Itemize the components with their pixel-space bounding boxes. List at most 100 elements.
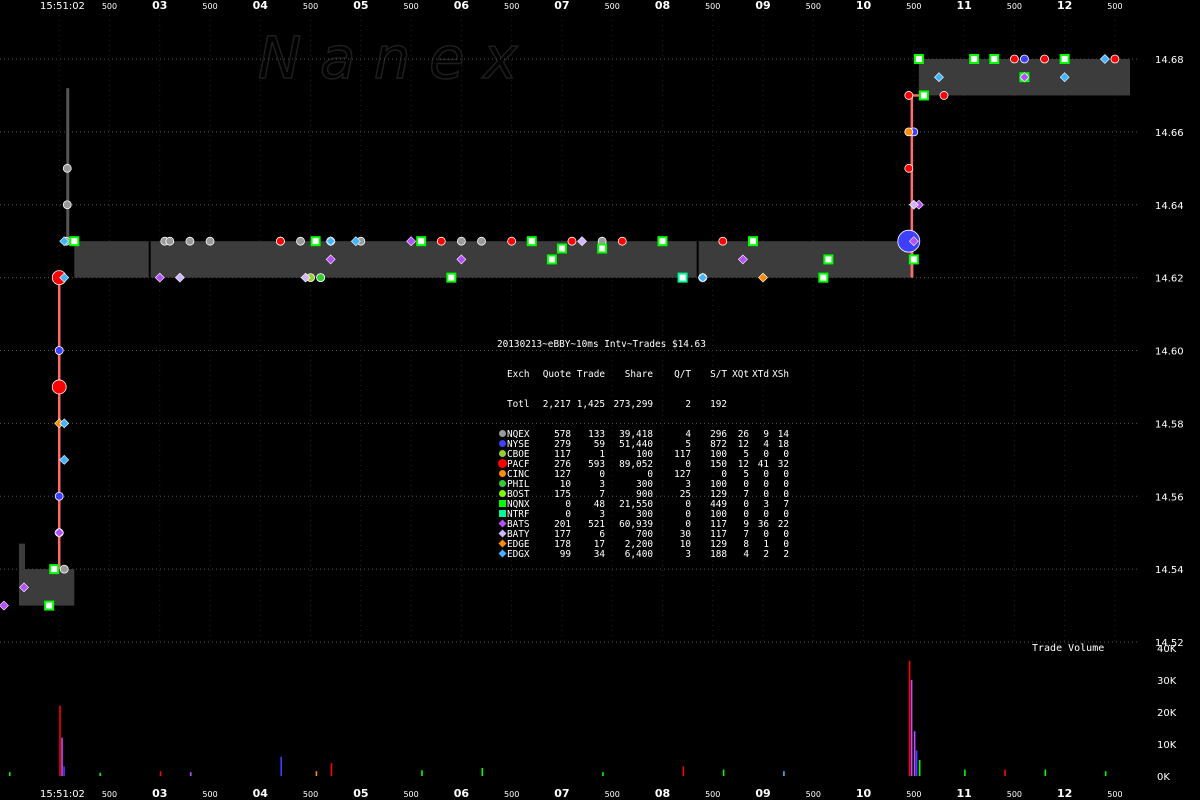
nbbo-spike	[19, 543, 25, 570]
volume-tick-label: 30K	[1157, 676, 1177, 687]
volume-title: Trade Volume	[1032, 643, 1104, 654]
x-tick-label: 500	[504, 790, 519, 799]
stats-cell: 2	[685, 399, 691, 410]
x-tick-label: 500	[906, 790, 921, 799]
volume-tick-label: 20K	[1157, 708, 1177, 719]
marker-nqex	[456, 236, 466, 246]
stats-cell: Exch	[507, 369, 530, 380]
x-tick-label: 12	[1057, 0, 1072, 12]
stats-cell: Share	[624, 369, 653, 380]
volume-bar	[783, 771, 785, 776]
marker-nqnx	[913, 54, 924, 64]
marker-nqex	[205, 236, 215, 246]
marker-ntrf	[677, 272, 688, 283]
x-tick-label: 500	[403, 790, 418, 799]
marker-pacf	[904, 91, 914, 100]
stats-header: Exch Quote Trade Share Q/T S/T XQt XTd XSh	[497, 370, 789, 380]
stats-cell: 2	[783, 549, 789, 560]
x-tick-label: 500	[705, 2, 720, 11]
stats-cell: 192	[710, 399, 727, 410]
marker-nqex	[59, 564, 69, 574]
x-tick-label: 09	[755, 0, 770, 12]
marker-pacf	[51, 379, 67, 395]
marker-nyse	[54, 346, 64, 355]
marker-pacf	[507, 236, 517, 246]
nbbo-band	[74, 241, 914, 278]
marker-pacf	[617, 236, 627, 246]
marker-edgx	[59, 454, 70, 465]
marker-pacf	[718, 236, 728, 246]
marker-nqnx	[918, 90, 929, 101]
x-tick-label: 500	[504, 2, 519, 11]
marker-nqex	[165, 236, 175, 246]
marker-nqnx	[823, 254, 834, 265]
y-tick-label: 14.68	[1155, 55, 1184, 66]
time-axis-top: 15:51:02 500 03 500 04 500 05 500 06 500 07 500 08 50…	[40, 0, 1123, 12]
volume-bar	[61, 737, 63, 776]
exchange-stats-table: 20130213~eBBY~10ms Intv~Trades $14.63 Ex…	[497, 320, 789, 570]
x-tick-label: 500	[605, 790, 620, 799]
marker-nqnx	[747, 236, 758, 247]
marker-cinc	[904, 127, 914, 137]
volume-tick-label: 40K	[1157, 644, 1177, 655]
stats-cell: 4	[743, 549, 749, 560]
volume-bar	[330, 763, 333, 776]
stats-cell: 99	[559, 549, 571, 560]
stats-cell: 1,425	[576, 399, 605, 410]
stats-cell: 89,052	[619, 459, 653, 470]
stats-rows: NQEX 578 133 39,418 4 296 26 9 14 NYSE 279 59 51,440…	[497, 430, 789, 560]
volume-bar	[315, 771, 318, 776]
stats-row: EDGX 99 34 6,400 3 188 4 2 2	[497, 549, 789, 561]
x-tick-label: 12	[1057, 787, 1072, 800]
x-tick-label: 03	[152, 0, 167, 12]
x-tick-label: 500	[303, 2, 318, 11]
watermark: N a n e x	[258, 24, 518, 92]
marker-nqnx	[310, 236, 321, 247]
y-tick-label: 14.66	[1155, 128, 1184, 139]
marker-pacf	[276, 236, 285, 246]
x-tick-label: 15:51:02	[40, 1, 85, 12]
marker-nqnx	[657, 236, 668, 247]
volume-bar	[99, 772, 102, 776]
marker-pacf	[436, 236, 446, 246]
volume-bar	[8, 772, 11, 776]
stats-cell: Quote	[542, 369, 571, 380]
volume-bar	[159, 771, 162, 776]
marker-edgx	[59, 418, 70, 429]
volume-bar	[63, 766, 65, 776]
x-tick-label: 08	[655, 787, 670, 800]
marker-nqnx	[69, 236, 80, 247]
x-tick-label: 500	[1107, 2, 1122, 11]
volume-bar	[59, 705, 61, 776]
volume-bar	[481, 768, 484, 776]
stats-cell: 273,299	[613, 399, 653, 410]
x-tick-label: 07	[554, 787, 569, 800]
marker-nqnx	[818, 272, 829, 283]
x-tick-label: 500	[605, 2, 620, 11]
stats-total-row: Totl 2,217 1,425 273,299 2 192	[497, 400, 789, 410]
volume-bar	[189, 772, 192, 776]
diamond-icon	[497, 549, 507, 561]
y-tick-label: 14.54	[1155, 565, 1184, 576]
volume-tick-label: 10K	[1157, 740, 1177, 751]
marker-nqex	[62, 163, 72, 173]
marker-pacf	[939, 91, 949, 100]
x-tick-label: 500	[403, 2, 418, 11]
volume-bar	[1004, 769, 1006, 776]
x-tick-label: 10	[856, 787, 872, 800]
x-tick-label: 500	[303, 790, 318, 799]
y-tick-label: 14.58	[1155, 419, 1184, 430]
price-axis: 14.68 14.66 14.64 14.62 14.60 14.58 14.56 14.54…	[1155, 55, 1184, 649]
volume-bar	[918, 760, 921, 776]
x-tick-label: 06	[454, 0, 470, 12]
stats-cell: XQt	[732, 369, 749, 380]
y-tick-label: 14.56	[1155, 492, 1184, 503]
stats-cell: Q/T	[674, 369, 691, 380]
marker-nqnx	[989, 54, 1000, 64]
marker-pacf	[1040, 54, 1049, 64]
y-tick-label: 14.64	[1155, 201, 1184, 212]
volume-bar	[1104, 771, 1107, 776]
marker-nqnx	[526, 236, 537, 247]
x-tick-label: 500	[1007, 2, 1022, 11]
y-tick-label: 14.62	[1155, 274, 1184, 285]
